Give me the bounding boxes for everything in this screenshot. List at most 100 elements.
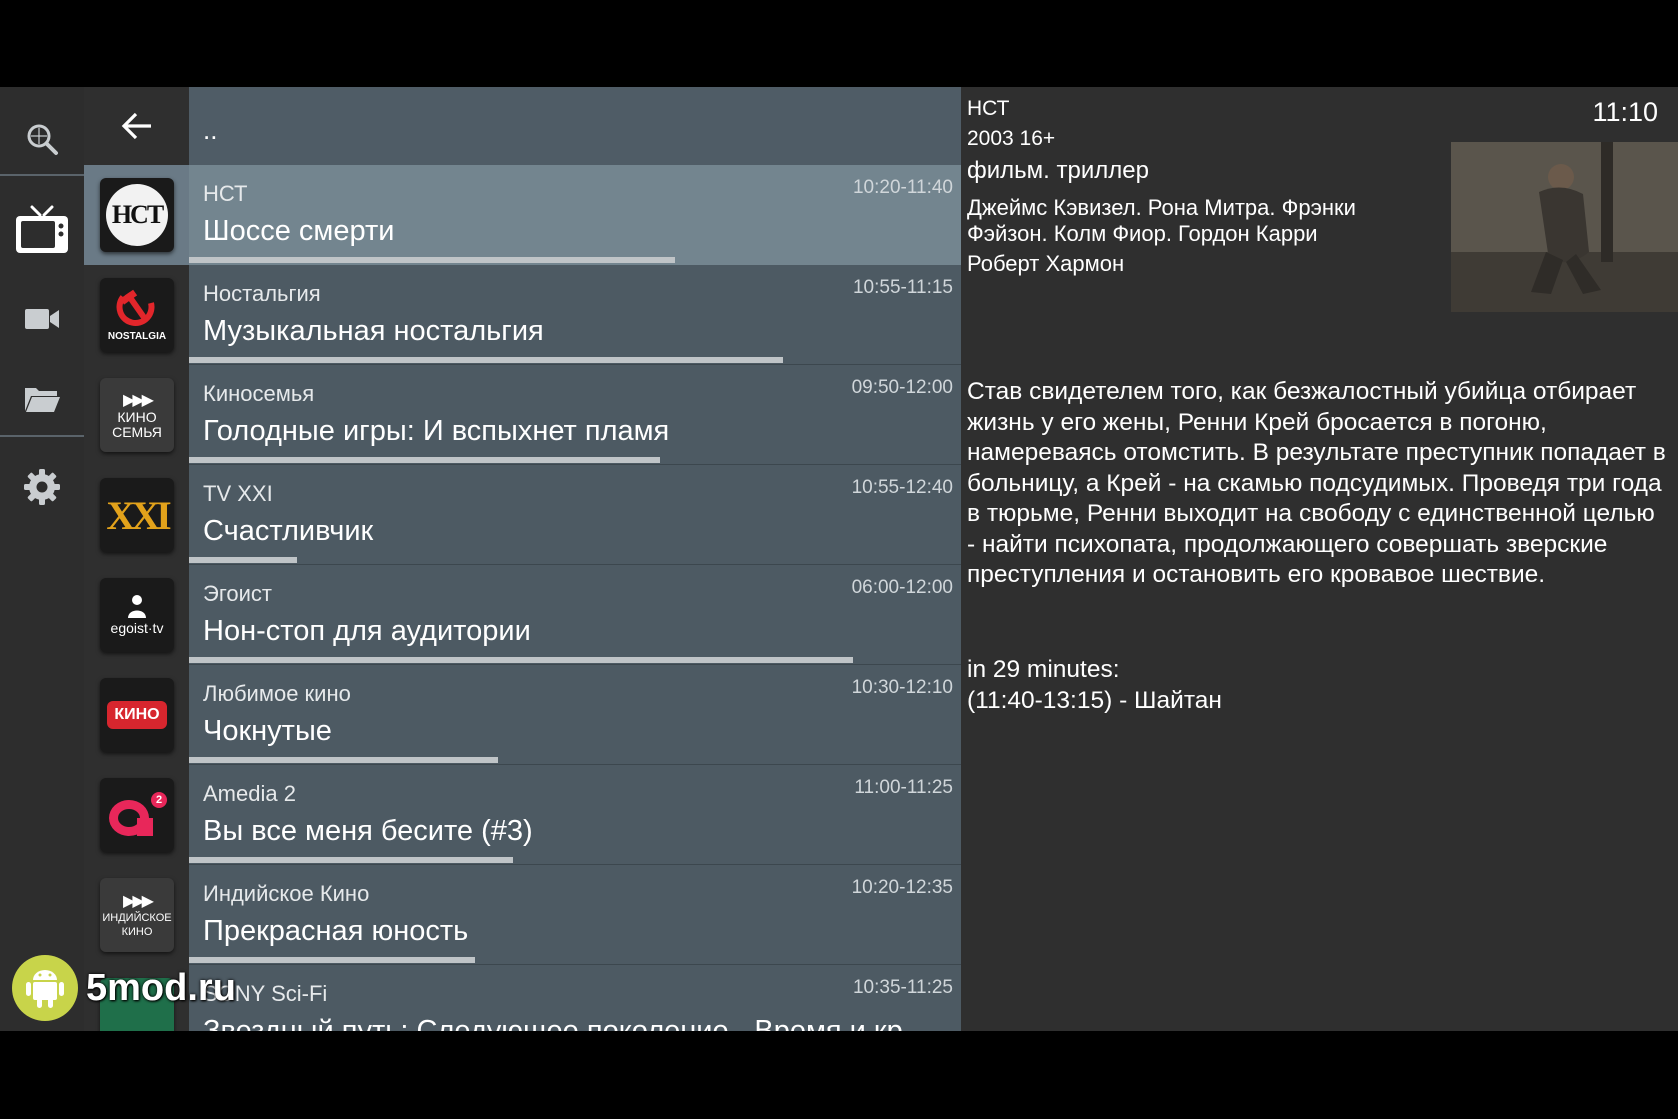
program-progress-bar xyxy=(189,857,514,863)
channel-logo-nst: НСТ xyxy=(100,178,174,252)
program-progress-bar xyxy=(189,257,676,263)
channel-logo-cell[interactable]: NOSTALGIA xyxy=(84,265,189,365)
lyubimoe-kino-logo-text: КИНО xyxy=(114,706,160,723)
program-title: Нон-стоп для аудитории xyxy=(203,615,531,647)
tv-button[interactable] xyxy=(0,185,84,275)
channel-logo-column: НСТ NOSTALGIA ▶▶▶ КИНО СЕМЬЯ XXI egoist·… xyxy=(84,87,189,1031)
play-arrows-icon: ▶▶▶ xyxy=(123,392,154,409)
program-time: 10:55-11:15 xyxy=(852,277,953,298)
watermark: 5mod.ru xyxy=(12,955,236,1021)
parent-folder-label: .. xyxy=(203,115,218,145)
nav-rail xyxy=(0,87,84,1031)
program-progress-bar xyxy=(189,357,784,363)
channel-row[interactable]: Индийское Кино Прекрасная юность 10:20-1… xyxy=(189,865,961,965)
program-title: Голодные игры: И вспыхнет пламя xyxy=(203,415,670,447)
program-title: Вы все меня бесите (#3) xyxy=(203,815,533,847)
program-time: 11:00-11:25 xyxy=(854,777,953,798)
egoist-logo-text: egoist·tv xyxy=(110,620,164,636)
settings-button[interactable] xyxy=(0,442,84,532)
channel-logo-kinosemya: ▶▶▶ КИНО СЕМЬЯ xyxy=(100,378,174,452)
program-time: 10:20-11:40 xyxy=(852,177,953,198)
detail-year-rating: 2003 16+ xyxy=(967,127,1056,150)
files-button[interactable] xyxy=(0,359,84,439)
folder-icon xyxy=(25,388,60,412)
channel-logo-cell[interactable]: ▶▶▶ КИНО СЕМЬЯ xyxy=(84,365,189,465)
nst-logo-text: НСТ xyxy=(111,200,164,229)
channel-list: .. НСТ Шоссе смерти 10:20-11:40 Ностальг… xyxy=(189,87,961,1031)
channel-row[interactable]: Любимое кино Чокнутые 10:30-12:10 xyxy=(189,665,961,765)
channel-logo-nostalgia: NOSTALGIA xyxy=(100,278,174,352)
nostalgia-logo-text: NOSTALGIA xyxy=(107,330,167,342)
records-button[interactable] xyxy=(0,279,84,359)
channel-logo-cell[interactable]: egoist·tv xyxy=(84,565,189,665)
next-program-title: (11:40-13:15) - Шайтан xyxy=(967,686,1222,714)
detail-genre: фильм. триллер xyxy=(967,157,1149,184)
detail-channel-name: НСТ xyxy=(967,97,1010,120)
channel-logo-cell[interactable]: КИНО xyxy=(84,665,189,765)
rail-divider xyxy=(0,174,84,176)
tvxxi-logo-text: XXI xyxy=(106,492,171,538)
detail-cast-line-2: Фэйзон. Колм Фиор. Гордон Карри xyxy=(967,221,1318,246)
program-time: 10:55-12:40 xyxy=(851,477,953,498)
channel-logo-cell[interactable]: XXI xyxy=(84,465,189,565)
program-title: Чокнутые xyxy=(203,715,332,747)
channel-name: TV XXI xyxy=(203,481,273,506)
channel-name: НСТ xyxy=(203,181,248,206)
program-progress-bar xyxy=(189,757,498,763)
channel-logo-cell[interactable]: ▶▶▶ ИНДИЙСКОЕ КИНО xyxy=(84,865,189,965)
next-program-label: in 29 minutes: xyxy=(967,656,1120,683)
indian-kino-logo-text: ИНДИЙСКОЕ КИНО xyxy=(102,912,172,938)
channel-name: Любимое кино xyxy=(203,681,351,706)
search-icon xyxy=(27,124,58,155)
person-icon xyxy=(128,595,146,618)
clock: 11:10 xyxy=(1592,97,1658,127)
channel-row[interactable]: Ностальгия Музыкальная ностальгия 10:55-… xyxy=(189,265,961,365)
channel-row[interactable]: Киносемья Голодные игры: И вспыхнет плам… xyxy=(189,365,961,465)
channel-logo-indian-kino: ▶▶▶ ИНДИЙСКОЕ КИНО xyxy=(100,878,174,952)
poster-figure-graphic xyxy=(1451,142,1678,312)
channel-logo-cell[interactable]: 2 xyxy=(84,765,189,865)
channel-name: Киносемья xyxy=(203,381,315,406)
channel-name: Индийское Кино xyxy=(203,881,370,906)
program-title: Звездный путь: Следующее поколение - Вре… xyxy=(203,1015,903,1031)
channel-logo-amedia2: 2 xyxy=(100,778,174,852)
program-poster-image xyxy=(1451,142,1678,312)
channel-name: Ностальгия xyxy=(203,281,321,306)
program-progress-bar xyxy=(189,457,660,463)
channel-row[interactable]: НСТ Шоссе смерти 10:20-11:40 xyxy=(189,165,961,265)
watermark-text: 5mod.ru xyxy=(86,966,236,1009)
program-description: Став свидетелем того, как безжалостный у… xyxy=(967,378,1666,588)
channel-row[interactable]: Amedia 2 Вы все меня бесите (#3) 11:00-1… xyxy=(189,765,961,865)
channel-logo-lyubimoe-kino: КИНО xyxy=(100,678,174,752)
channel-row[interactable]: Эгоист Нон-стоп для аудитории 06:00-12:0… xyxy=(189,565,961,665)
program-title: Счастливчик xyxy=(203,515,374,547)
detail-director: Роберт Хармон xyxy=(967,251,1125,276)
hammer-sickle-icon xyxy=(116,289,155,326)
program-time: 10:30-12:10 xyxy=(851,677,953,698)
channel-name: Эгоист xyxy=(203,581,272,606)
channel-row[interactable]: TV XXI Счастливчик 10:55-12:40 xyxy=(189,465,961,565)
program-title: Музыкальная ностальгия xyxy=(203,315,544,347)
program-progress-bar xyxy=(189,557,298,563)
back-button[interactable] xyxy=(84,87,189,165)
play-arrows-icon: ▶▶▶ xyxy=(123,893,154,910)
program-time: 10:35-11:25 xyxy=(852,977,953,998)
channel-logo-egoist: egoist·tv xyxy=(100,578,174,652)
channel-row[interactable]: SONY Sci-Fi Звездный путь: Следующее пок… xyxy=(189,965,961,1031)
channel-logo-cell[interactable]: НСТ xyxy=(84,165,189,265)
settings-gear-icon xyxy=(24,469,60,505)
app-screen: НСТ NOSTALGIA ▶▶▶ КИНО СЕМЬЯ XXI egoist·… xyxy=(0,87,1678,1031)
search-button[interactable] xyxy=(0,99,84,179)
channel-logo-tvxxi: XXI xyxy=(100,478,174,552)
program-time: 10:20-12:35 xyxy=(851,877,953,898)
back-arrow-icon xyxy=(121,112,151,140)
tv-icon xyxy=(16,205,68,253)
program-title: Прекрасная юность xyxy=(203,915,469,947)
program-time: 09:50-12:00 xyxy=(851,377,953,398)
detail-cast-line-1: Джеймс Кэвизел. Рона Митра. Фрэнки xyxy=(967,195,1356,220)
channel-name: Amedia 2 xyxy=(203,781,296,806)
rail-divider xyxy=(0,435,84,437)
kinosemya-logo-text: КИНО СЕМЬЯ xyxy=(112,409,162,440)
program-progress-bar xyxy=(189,657,853,663)
parent-folder-row[interactable]: .. xyxy=(189,87,961,165)
